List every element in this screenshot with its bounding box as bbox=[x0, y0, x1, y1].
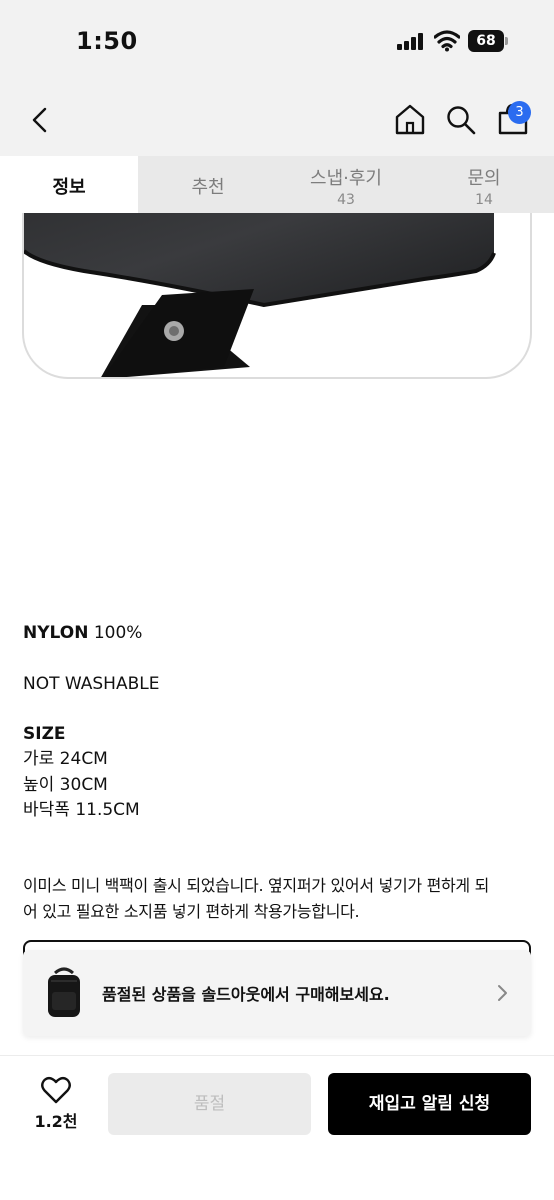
material-line: NYLON 100% bbox=[23, 621, 142, 646]
tab-inquiry-label: 문의 bbox=[467, 168, 501, 189]
size-depth: 바닥폭 11.5CM bbox=[23, 800, 140, 820]
battery-level: 68 bbox=[468, 30, 504, 52]
size-title: SIZE bbox=[23, 724, 66, 744]
tab-snap-review[interactable]: 스냅·후기 43 bbox=[278, 156, 414, 213]
wifi-icon bbox=[434, 30, 460, 52]
cellular-signal-icon bbox=[397, 33, 425, 50]
material-label: NYLON bbox=[23, 623, 89, 643]
tab-snap-review-count: 43 bbox=[337, 192, 355, 208]
back-icon[interactable] bbox=[28, 106, 52, 134]
heart-icon[interactable] bbox=[41, 1076, 71, 1104]
tab-snap-review-label: 스냅·후기 bbox=[310, 168, 382, 189]
product-image bbox=[0, 213, 554, 388]
description-line-1: 이미스 미니 백팩이 출시 되었습니다. 옆지퍼가 있어서 넣기가 편하게 되 bbox=[23, 876, 490, 895]
soldout-banner-message: 품절된 상품을 솔드아웃에서 구매해보세요. bbox=[102, 985, 390, 1004]
soldout-button: 품절 bbox=[108, 1073, 311, 1135]
cart-count-badge: 3 bbox=[508, 101, 531, 124]
soldout-banner[interactable]: 품절된 상품을 솔드아웃에서 구매해보세요. bbox=[23, 950, 531, 1036]
restock-alert-button[interactable]: 재입고 알림 신청 bbox=[328, 1073, 531, 1135]
tab-inquiry-count: 14 bbox=[475, 192, 493, 208]
material-value: 100% bbox=[88, 623, 143, 643]
backpack-thumbnail bbox=[48, 967, 80, 1017]
description-line-2: 어 있고 필요한 소지품 넣기 편하게 착용가능합니다. bbox=[23, 902, 360, 921]
chevron-right-icon bbox=[498, 985, 507, 1001]
backpack-image bbox=[24, 213, 496, 377]
like-count: 1.2천 bbox=[34, 1112, 78, 1131]
home-icon[interactable] bbox=[394, 103, 426, 135]
tab-recommend-label: 추천 bbox=[191, 177, 225, 198]
tab-info[interactable]: 정보 bbox=[0, 156, 138, 213]
battery-icon: 68 bbox=[468, 30, 508, 52]
tab-info-label: 정보 bbox=[52, 177, 86, 198]
status-time: 1:50 bbox=[76, 27, 138, 55]
wash-info: NOT WASHABLE bbox=[23, 674, 160, 694]
tab-recommend[interactable]: 추천 bbox=[138, 156, 278, 213]
size-height: 높이 30CM bbox=[23, 775, 108, 795]
search-icon[interactable] bbox=[446, 105, 476, 135]
size-width: 가로 24CM bbox=[23, 749, 108, 769]
tab-inquiry[interactable]: 문의 14 bbox=[414, 156, 554, 213]
